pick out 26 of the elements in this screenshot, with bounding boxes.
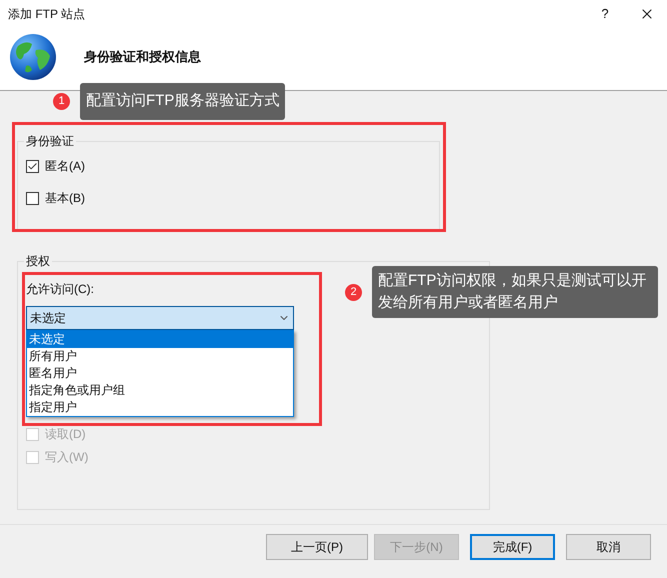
dropdown-option[interactable]: 指定用户	[27, 399, 293, 416]
dropdown-option[interactable]: 匿名用户	[27, 365, 293, 382]
checkbox[interactable]	[26, 192, 39, 204]
step-badge: 1	[53, 92, 70, 110]
dropdown-option[interactable]: 所有用户	[27, 348, 293, 365]
window-title: 添加 FTP 站点	[8, 6, 86, 23]
dialog-button[interactable]: 上一页(P)	[266, 534, 368, 560]
dialog-button[interactable]: 取消	[566, 534, 651, 560]
checkbox[interactable]	[26, 160, 39, 172]
checkbox-label: 基本(B)	[45, 190, 85, 207]
dropdown[interactable]: 未选定	[26, 306, 294, 330]
field-label: 允许访问(C):	[26, 281, 94, 298]
callout-label: 配置访问FTP服务器验证方式	[80, 83, 286, 120]
step-badge: 2	[345, 284, 362, 300]
group-legend: 身份验证	[24, 132, 76, 150]
group-legend: 授权	[24, 252, 52, 270]
checkbox-label: 读取(D)	[45, 426, 86, 443]
dropdown-option[interactable]: 指定角色或用户组	[27, 382, 293, 399]
checkbox-label: 写入(W)	[45, 449, 88, 466]
dropdown-option[interactable]: 未选定	[27, 331, 293, 348]
help-button[interactable]: ?	[595, 4, 615, 24]
dialog-button[interactable]: 完成(F)	[470, 534, 555, 560]
globe-icon	[8, 32, 58, 82]
page-heading: 身份验证和授权信息	[84, 48, 201, 66]
callout-label: 配置FTP访问权限，如果只是测试可以开发给所有用户或者匿名用户	[372, 266, 658, 318]
checkbox-label: 匿名(A)	[45, 158, 85, 175]
